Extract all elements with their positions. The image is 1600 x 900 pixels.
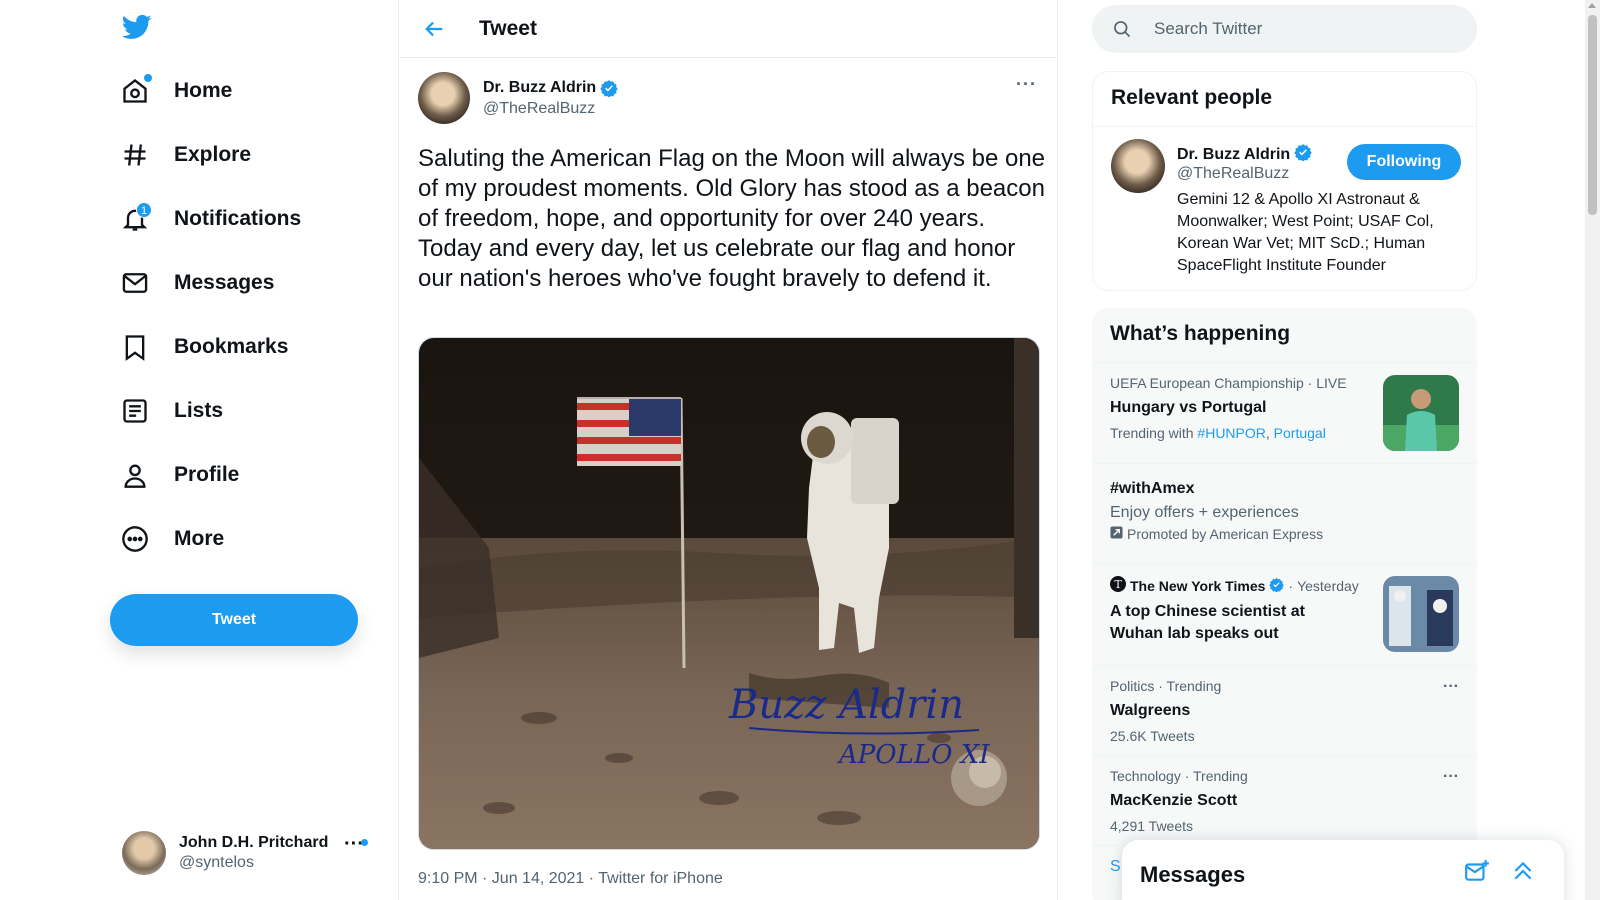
trend-item[interactable]: Technology · Trending MacKenzie Scott 4,… bbox=[1092, 756, 1477, 846]
nyt-logo-icon: T bbox=[1110, 576, 1126, 595]
envelope-icon bbox=[120, 268, 150, 298]
following-button[interactable]: Following bbox=[1347, 144, 1461, 180]
moon-photo: Buzz Aldrin APOLLO XI bbox=[419, 338, 1039, 849]
news-item[interactable]: T The New York Times · Yesterday A top C… bbox=[1092, 564, 1477, 666]
new-message-icon[interactable] bbox=[1464, 858, 1490, 889]
nav-more-label: More bbox=[174, 527, 225, 550]
left-sidebar: Home Explore 1 Notifications Messages Bo… bbox=[0, 0, 399, 900]
messages-drawer[interactable]: Messages bbox=[1122, 840, 1564, 900]
author-handle[interactable]: @TheRealBuzz bbox=[483, 100, 618, 118]
page-header: Tweet bbox=[399, 0, 1057, 58]
author-name[interactable]: Dr. Buzz Aldrin bbox=[483, 79, 596, 97]
nav-lists[interactable]: Lists bbox=[120, 387, 223, 435]
scrollbar-thumb[interactable] bbox=[1588, 15, 1597, 215]
person-bio: Gemini 12 & Apollo XI Astronaut & Moonwa… bbox=[1177, 191, 1434, 274]
hashtag-link[interactable]: #HUNPOR bbox=[1197, 425, 1265, 441]
trend-count: 25.6K Tweets bbox=[1110, 728, 1195, 744]
svg-text:T: T bbox=[1114, 578, 1122, 591]
trend-thumbnail bbox=[1383, 375, 1459, 451]
more-horizontal-icon[interactable]: ··· bbox=[1443, 768, 1459, 786]
account-handle: @syntelos bbox=[179, 854, 254, 871]
right-column: Relevant people Dr. Buzz Aldrin @TheReal… bbox=[1092, 0, 1477, 900]
nav-home[interactable]: Home bbox=[120, 67, 232, 115]
account-name: John D.H. Pritchard bbox=[179, 834, 329, 851]
nav-messages-label: Messages bbox=[174, 271, 275, 294]
more-horizontal-icon[interactable]: ··· bbox=[1443, 678, 1459, 696]
verified-badge-icon bbox=[1294, 143, 1312, 166]
nav-notifications-label: Notifications bbox=[174, 207, 302, 230]
nav-profile[interactable]: Profile bbox=[120, 451, 239, 499]
trend-title: #withAmex bbox=[1110, 480, 1195, 497]
promoted-icon bbox=[1110, 526, 1123, 542]
unread-dot bbox=[361, 839, 368, 846]
promoted-label: Promoted by American Express bbox=[1127, 526, 1324, 542]
person-handle[interactable]: @TheRealBuzz bbox=[1177, 165, 1289, 183]
search-input[interactable] bbox=[1154, 19, 1434, 39]
topic-link[interactable]: Portugal bbox=[1274, 425, 1326, 441]
tweet-text: Saluting the American Flag on the Moon w… bbox=[418, 145, 1046, 292]
news-source: The New York Times bbox=[1130, 577, 1266, 594]
promoted-trend[interactable]: #withAmex Enjoy offers + experiences Pro… bbox=[1092, 464, 1477, 564]
trend-title: Walgreens bbox=[1110, 702, 1191, 719]
verified-badge-icon bbox=[600, 79, 618, 98]
trend-count: 4,291 Tweets bbox=[1110, 818, 1194, 834]
whats-happening-panel: What’s happening UEFA European Champions… bbox=[1092, 308, 1477, 900]
notification-badge: 1 bbox=[136, 202, 152, 218]
panel-title: Relevant people bbox=[1093, 72, 1476, 127]
photo-signature: Buzz Aldrin bbox=[728, 682, 964, 728]
person-icon bbox=[120, 460, 150, 490]
panel-title: What’s happening bbox=[1092, 308, 1477, 363]
promoted-description: Enjoy offers + experiences bbox=[1110, 504, 1299, 521]
compose-tweet-button[interactable]: Tweet bbox=[110, 594, 358, 646]
trend-item[interactable]: Politics · Trending Walgreens 25.6K Twee… bbox=[1092, 666, 1477, 756]
twitter-logo-icon[interactable] bbox=[120, 12, 154, 42]
trend-item[interactable]: UEFA European Championship · LIVE Hungar… bbox=[1092, 363, 1477, 464]
nav-messages[interactable]: Messages bbox=[120, 259, 274, 307]
bell-icon: 1 bbox=[120, 202, 152, 234]
trend-title: MacKenzie Scott bbox=[1110, 792, 1238, 809]
search-bar[interactable] bbox=[1092, 5, 1477, 53]
avatar[interactable] bbox=[1111, 139, 1165, 193]
avatar[interactable] bbox=[418, 72, 470, 124]
nav-home-label: Home bbox=[174, 79, 233, 102]
unread-dot bbox=[144, 74, 152, 82]
trend-context: Politics · Trending bbox=[1110, 678, 1222, 694]
page-scrollbar[interactable] bbox=[1585, 0, 1600, 900]
scroll-up-arrow-icon[interactable] bbox=[1588, 3, 1596, 8]
hashtag-icon bbox=[120, 140, 150, 170]
news-thumbnail bbox=[1383, 576, 1459, 652]
photo-signature-mission: APOLLO XI bbox=[837, 740, 990, 770]
trend-sub-prefix: Trending with bbox=[1110, 425, 1194, 441]
chevron-up-double-icon[interactable] bbox=[1510, 858, 1536, 889]
nav-notifications[interactable]: 1 Notifications bbox=[120, 195, 301, 243]
nav-explore[interactable]: Explore bbox=[120, 131, 251, 179]
more-horizontal-icon[interactable]: ··· bbox=[1016, 74, 1037, 95]
nav-profile-label: Profile bbox=[174, 463, 240, 486]
account-switcher[interactable]: John D.H. Pritchard @syntelos ··· bbox=[122, 829, 382, 877]
main-column: Tweet Dr. Buzz Aldrin @TheRealBuzz ··· S… bbox=[399, 0, 1058, 900]
page-title: Tweet bbox=[479, 16, 537, 40]
trend-context: Technology · Trending bbox=[1110, 768, 1248, 784]
search-icon bbox=[1112, 19, 1132, 39]
avatar bbox=[122, 831, 166, 875]
nav-lists-label: Lists bbox=[174, 399, 224, 422]
nav-bookmarks[interactable]: Bookmarks bbox=[120, 323, 288, 371]
drawer-title: Messages bbox=[1140, 862, 1246, 887]
relevant-people-panel: Relevant people Dr. Buzz Aldrin @TheReal… bbox=[1092, 71, 1477, 291]
tweet-author[interactable]: Dr. Buzz Aldrin @TheRealBuzz bbox=[418, 72, 618, 124]
tweet-image[interactable]: Buzz Aldrin APOLLO XI bbox=[418, 337, 1040, 850]
nav-bookmarks-label: Bookmarks bbox=[174, 335, 289, 358]
nav-explore-label: Explore bbox=[174, 143, 252, 166]
nav-more[interactable]: More bbox=[120, 515, 224, 563]
home-icon bbox=[120, 74, 152, 106]
back-arrow-icon[interactable] bbox=[423, 18, 445, 40]
person-name[interactable]: Dr. Buzz Aldrin bbox=[1177, 146, 1290, 164]
list-icon bbox=[120, 396, 150, 426]
news-time: Yesterday bbox=[1297, 577, 1359, 594]
more-circle-icon bbox=[120, 524, 150, 554]
tweet-metadata[interactable]: 9:10 PM · Jun 14, 2021 · Twitter for iPh… bbox=[418, 870, 723, 888]
verified-badge-icon bbox=[1269, 577, 1285, 595]
news-headline: A top Chinese scientist at Wuhan lab spe… bbox=[1110, 603, 1305, 642]
bookmark-icon bbox=[120, 332, 150, 362]
